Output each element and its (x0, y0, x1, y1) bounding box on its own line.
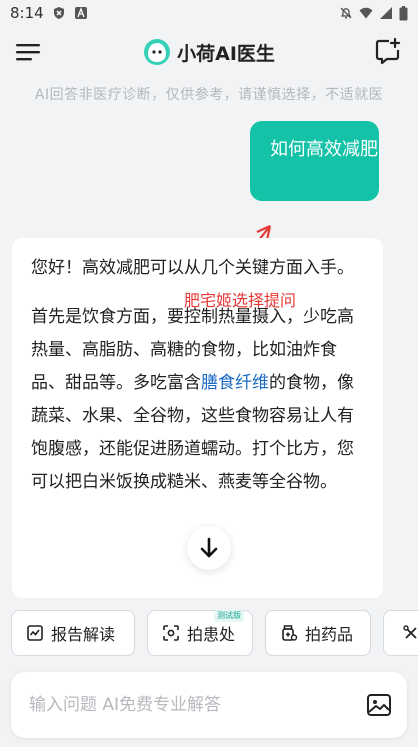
more-tool-button[interactable] (383, 610, 418, 656)
chip-label: 报告解读 (51, 625, 116, 644)
user-message-text: 如何高效减肥 (270, 139, 378, 160)
app-title: 小荷AI医生 (177, 42, 275, 65)
report-interpret-button[interactable]: 报告解读 (11, 610, 135, 656)
assistant-paragraph: 首先是饮食方面，要控制热量摄入，少吃高热量、高脂肪、高糖的食物，比如油炸食品、甜… (31, 301, 365, 499)
annotation-text: 肥宅姬选择提问 (184, 291, 297, 310)
app-logo-icon (144, 39, 171, 65)
image-upload-icon[interactable] (365, 691, 393, 719)
bell-off-icon (340, 7, 352, 19)
report-icon (27, 625, 43, 641)
status-bar: 8:14 (0, 0, 418, 26)
chip-label: 拍药品 (305, 625, 354, 644)
question-input[interactable] (29, 695, 365, 715)
photo-affected-area-button[interactable]: 拍患处 测试版 (147, 610, 253, 656)
status-time: 8:14 (10, 4, 44, 22)
keyword-link[interactable]: 膳食纤维 (201, 373, 269, 393)
new-chat-icon[interactable] (374, 37, 402, 65)
arrow-down-icon (200, 537, 218, 558)
beta-badge: 测试版 (214, 610, 244, 622)
scan-icon (163, 625, 179, 641)
more-tool-icon (403, 625, 417, 639)
photo-medicine-button[interactable]: 拍药品 (265, 610, 371, 656)
user-message-bubble: 如何高效减肥 (250, 121, 379, 201)
shield-icon (53, 7, 64, 19)
font-a-icon (74, 7, 87, 19)
chip-label: 拍患处 (187, 625, 236, 644)
menu-icon[interactable] (14, 40, 42, 64)
disclaimer-text: AI回答非医疗诊断，仅供参考，请谨慎选择，不适就医 (34, 87, 384, 103)
medicine-icon (282, 625, 298, 641)
quick-actions-bar: 报告解读 拍患处 测试版 拍药品 (11, 610, 418, 656)
assistant-paragraph: 您好！高效减肥可以从几个关键方面入手。 (31, 258, 354, 278)
input-bar (11, 672, 407, 738)
scroll-down-button[interactable] (187, 526, 231, 570)
app-header: 小荷AI医生 (0, 30, 418, 74)
app-brand: 小荷AI医生 (143, 38, 275, 66)
wifi-icon (359, 7, 373, 19)
battery-icon (399, 5, 408, 20)
signal-icon (380, 7, 392, 19)
